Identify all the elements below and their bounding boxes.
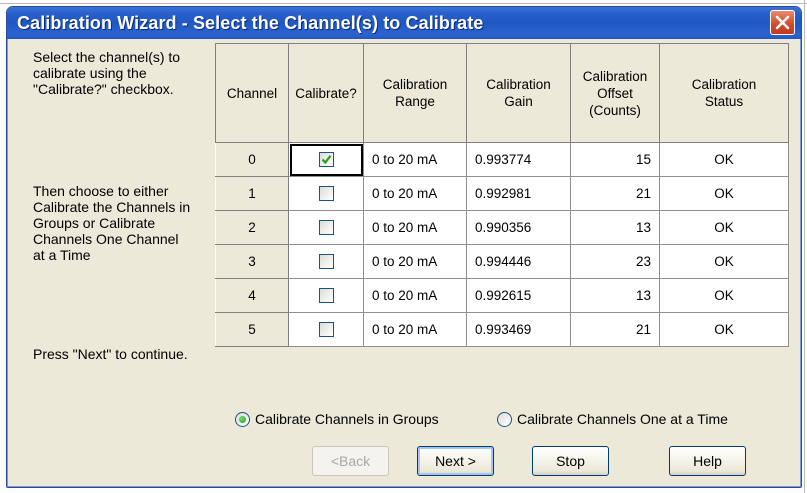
groups-option-label: Calibrate Channels in Groups xyxy=(255,411,439,427)
calibration-gain-cell[interactable]: 0.993469 xyxy=(466,312,571,347)
header-calibrate[interactable]: Calibrate? xyxy=(288,43,364,143)
channel-number-cell[interactable]: 0 xyxy=(215,142,289,177)
title-bar[interactable]: Calibration Wizard - Select the Channel(… xyxy=(7,7,801,39)
check-icon xyxy=(321,155,331,165)
calibration-gain-cell[interactable]: 0.990356 xyxy=(466,210,571,245)
calibration-offset-cell[interactable]: 21 xyxy=(570,176,660,211)
close-button[interactable] xyxy=(770,10,795,35)
calibrate-checkbox-cell[interactable] xyxy=(288,278,364,313)
calibration-status-cell[interactable]: OK xyxy=(659,176,789,211)
calibration-offset-cell[interactable]: 15 xyxy=(570,142,660,177)
calibration-status-cell[interactable]: OK xyxy=(659,210,789,245)
calibrate-checkbox[interactable] xyxy=(318,288,334,304)
header-calibration-gain[interactable]: Calibration Gain xyxy=(466,43,571,143)
groups-option[interactable]: Calibrate Channels in Groups xyxy=(235,411,439,427)
calibration-range-cell[interactable]: 0 to 20 mA xyxy=(363,142,467,177)
choose-instructions: Then choose to either Calibrate the Chan… xyxy=(33,183,191,263)
header-calibration-status[interactable]: Calibration Status xyxy=(659,43,789,143)
calibration-range-cell[interactable]: 0 to 20 mA xyxy=(363,312,467,347)
one-at-a-time-option-label: Calibrate Channels One at a Time xyxy=(517,411,728,427)
header-calibration-range[interactable]: Calibration Range xyxy=(363,43,467,143)
table-row[interactable]: 4 0 to 20 mA 0.992615 13 OK xyxy=(215,278,789,313)
calibration-status-cell[interactable]: OK xyxy=(659,142,789,177)
calibrate-checkbox-cell[interactable] xyxy=(288,210,364,245)
background-gridline xyxy=(0,3,807,4)
calibrate-checkbox-cell[interactable] xyxy=(288,244,364,279)
back-button[interactable]: <Back xyxy=(312,446,389,476)
calibrate-checkbox[interactable] xyxy=(318,254,334,270)
calibrate-checkbox-cell[interactable] xyxy=(288,176,364,211)
help-button[interactable]: Help xyxy=(669,446,746,476)
next-button[interactable]: Next > xyxy=(417,446,494,476)
header-calibration-offset[interactable]: Calibration Offset (Counts) xyxy=(570,43,660,143)
calibrate-checkbox[interactable] xyxy=(318,152,334,168)
table-row[interactable]: 5 0 to 20 mA 0.993469 21 OK xyxy=(215,312,789,347)
window-title: Calibration Wizard - Select the Channel(… xyxy=(17,13,484,33)
groups-radio[interactable] xyxy=(235,412,250,427)
grid-header-row: Channel Calibrate? Calibration Range Cal… xyxy=(215,43,789,143)
channel-number-cell[interactable]: 4 xyxy=(215,278,289,313)
channel-number-cell[interactable]: 1 xyxy=(215,176,289,211)
calibration-offset-cell[interactable]: 13 xyxy=(570,278,660,313)
calibrate-checkbox-cell[interactable] xyxy=(288,142,364,177)
calibration-offset-cell[interactable]: 21 xyxy=(570,312,660,347)
calibration-status-cell[interactable]: OK xyxy=(659,244,789,279)
one-at-a-time-option[interactable]: Calibrate Channels One at a Time xyxy=(497,411,728,427)
calibration-range-cell[interactable]: 0 to 20 mA xyxy=(363,244,467,279)
header-channel[interactable]: Channel xyxy=(215,43,289,143)
calibrate-checkbox[interactable] xyxy=(318,322,334,338)
calibration-status-cell[interactable]: OK xyxy=(659,312,789,347)
radio-selected-dot xyxy=(239,416,246,423)
calibration-offset-cell[interactable]: 23 xyxy=(570,244,660,279)
calibration-range-cell[interactable]: 0 to 20 mA xyxy=(363,210,467,245)
table-row[interactable]: 0 0 to 20 mA 0.993774 15 OK xyxy=(215,142,789,177)
table-row[interactable]: 3 0 to 20 mA 0.994446 23 OK xyxy=(215,244,789,279)
channel-grid: Channel Calibrate? Calibration Range Cal… xyxy=(215,43,789,347)
table-row[interactable]: 2 0 to 20 mA 0.990356 13 OK xyxy=(215,210,789,245)
calibrate-checkbox-cell[interactable] xyxy=(288,312,364,347)
calibrate-checkbox[interactable] xyxy=(318,220,334,236)
channel-number-cell[interactable]: 3 xyxy=(215,244,289,279)
press-next-instructions: Press "Next" to continue. xyxy=(33,346,188,362)
calibration-status-cell[interactable]: OK xyxy=(659,278,789,313)
channel-number-cell[interactable]: 2 xyxy=(215,210,289,245)
one-at-a-time-radio[interactable] xyxy=(497,412,512,427)
calibration-gain-cell[interactable]: 0.993774 xyxy=(466,142,571,177)
table-row[interactable]: 1 0 to 20 mA 0.992981 21 OK xyxy=(215,176,789,211)
calibration-gain-cell[interactable]: 0.994446 xyxy=(466,244,571,279)
calibration-range-cell[interactable]: 0 to 20 mA xyxy=(363,278,467,313)
calibration-gain-cell[interactable]: 0.992981 xyxy=(466,176,571,211)
background-gridline xyxy=(804,0,805,493)
stop-button[interactable]: Stop xyxy=(532,446,609,476)
calibration-wizard-dialog: Calibration Wizard - Select the Channel(… xyxy=(6,6,802,488)
close-icon xyxy=(775,15,790,30)
calibration-offset-cell[interactable]: 13 xyxy=(570,210,660,245)
channel-number-cell[interactable]: 5 xyxy=(215,312,289,347)
select-instructions: Select the channel(s) to calibrate using… xyxy=(33,49,181,97)
calibration-range-cell[interactable]: 0 to 20 mA xyxy=(363,176,467,211)
calibration-gain-cell[interactable]: 0.992615 xyxy=(466,278,571,313)
calibrate-checkbox[interactable] xyxy=(318,186,334,202)
